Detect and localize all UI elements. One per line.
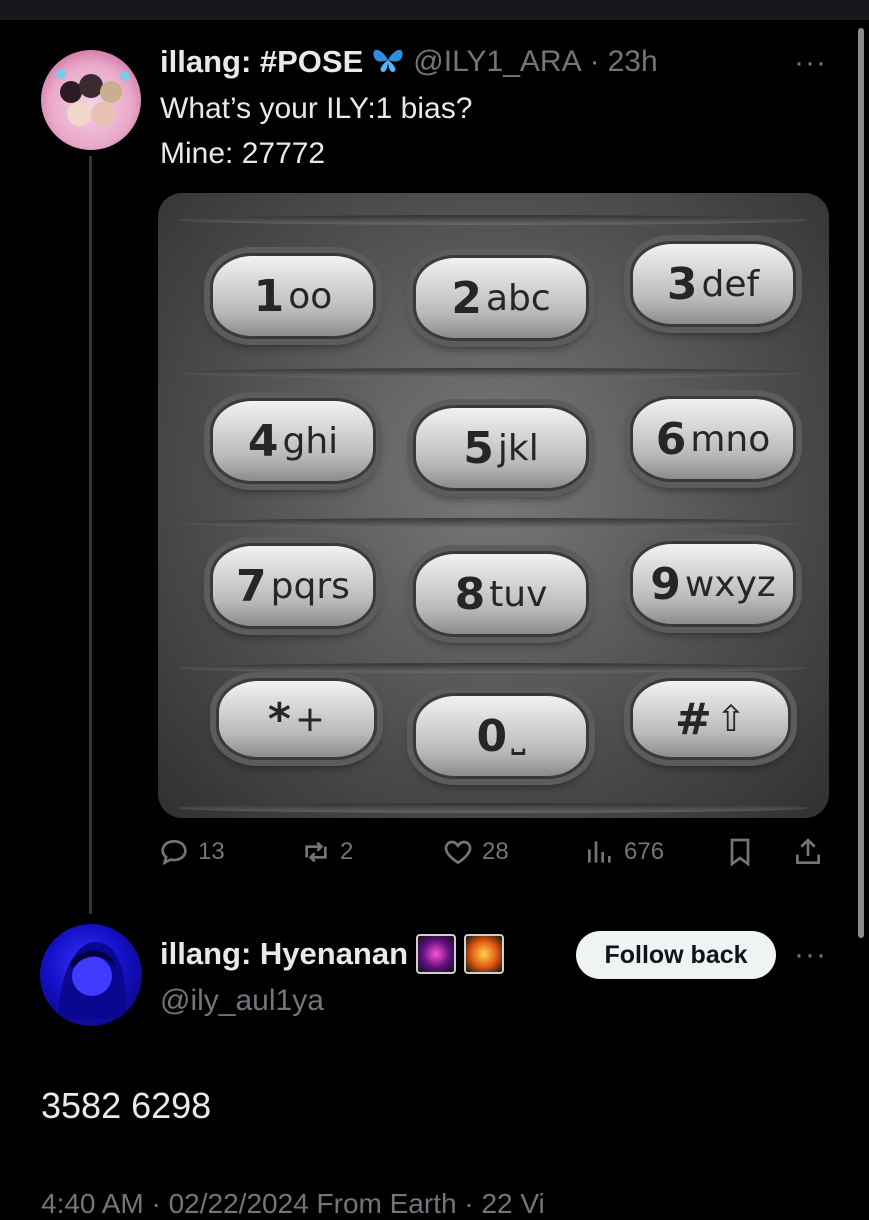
key-number: 6 (655, 413, 687, 465)
tweet-text-line-2: Mine: 27772 (160, 137, 326, 170)
reply-meta-footer: 4:40 AM · 02/22/2024 From Earth · 22 Vi (41, 1188, 545, 1219)
views-count: 676 (624, 838, 665, 865)
thread-connector-line (89, 156, 92, 914)
avatar[interactable] (41, 50, 141, 150)
more-dots-icon[interactable]: ··· (794, 938, 827, 972)
display-name[interactable]: illang: Hyenanan (160, 936, 408, 972)
views-button[interactable]: 676 (584, 836, 664, 868)
key-letters: wxyz (684, 563, 776, 605)
key-letters: ghi (282, 420, 339, 462)
handle[interactable]: @ILY1_ARA (413, 45, 581, 79)
reply-button[interactable]: 13 (158, 836, 225, 868)
key-1: 1 oo (210, 253, 376, 339)
timestamp[interactable]: 23h (608, 45, 658, 79)
key-letters: pqrs (270, 565, 350, 607)
key-number: 9 (650, 558, 681, 610)
key-3: 3 def (630, 241, 796, 327)
reply-text: 3582 6298 (41, 1085, 212, 1126)
key-letters: abc (485, 277, 551, 319)
reply-author-line: illang: Hyenanan (160, 934, 505, 974)
sparkler-emoji-icon (464, 934, 505, 974)
key-number: 2 (451, 272, 482, 324)
key-letters: ⎵ (511, 715, 526, 756)
key-letters: def (701, 263, 760, 305)
like-count: 28 (482, 838, 509, 865)
key-letters: oo (288, 275, 333, 317)
key-number: 4 (247, 415, 279, 467)
tweet-text-line-1: What’s your ILY:1 bias? (160, 92, 473, 125)
bar-chart-icon (588, 841, 611, 863)
tweet-image-keypad[interactable]: 1 oo 2 abc 3 def 4 ghi 5 jkl 6 mno 7 pqrs 8 tuv … (158, 193, 829, 818)
key-letters: ⇧ (715, 698, 747, 740)
display-name[interactable]: illang: #POSE (160, 44, 363, 80)
butterfly-icon (371, 45, 405, 80)
profile-illustration-icon (58, 942, 127, 1019)
key-9: 9 wxyz (630, 541, 796, 627)
top-bar (0, 0, 869, 20)
like-button[interactable]: 28 (442, 836, 509, 868)
key-6: 6 mno (630, 396, 796, 482)
tweet-actions-bar: 13 2 28 676 (158, 836, 838, 876)
key-5: 5 jkl (413, 405, 589, 491)
repost-button[interactable]: 2 (300, 836, 353, 868)
share-button[interactable] (792, 836, 824, 868)
share-icon (796, 838, 820, 864)
key-letters: + (294, 698, 326, 740)
key-star: * + (216, 678, 377, 760)
avatar[interactable] (40, 924, 142, 1026)
key-letters: tuv (489, 573, 548, 615)
scrollbar[interactable] (858, 28, 864, 938)
key-number: 0 (476, 710, 508, 762)
key-4: 4 ghi (210, 398, 376, 484)
bookmark-icon (730, 838, 750, 867)
follow-back-button[interactable]: Follow back (576, 931, 776, 979)
separator-dot: · (589, 45, 600, 78)
heart-icon (444, 840, 472, 865)
key-number: # (674, 693, 712, 745)
handle[interactable]: @ily_aul1ya (160, 984, 324, 1018)
repost-count: 2 (340, 838, 354, 865)
key-0: 0 ⎵ (413, 693, 589, 779)
key-number: 8 (454, 568, 486, 620)
reply-count: 13 (198, 838, 225, 865)
repost-arrows-icon (305, 841, 327, 863)
key-number: 7 (236, 560, 267, 612)
key-letters: jkl (497, 427, 539, 469)
key-letters: mno (690, 418, 771, 460)
fireworks-emoji-icon (416, 934, 457, 974)
key-number: * (267, 693, 291, 745)
author-line: illang: #POSE @ILY1_ARA · 23h (160, 44, 658, 80)
group-photo-icon (56, 69, 130, 126)
more-dots-icon[interactable]: ··· (794, 46, 827, 80)
key-number: 3 (666, 258, 698, 310)
key-hash: # ⇧ (630, 678, 791, 760)
speech-bubble-icon (161, 839, 187, 866)
key-7: 7 pqrs (210, 543, 376, 629)
key-number: 1 (253, 270, 285, 322)
key-number: 5 (463, 422, 494, 474)
bookmark-button[interactable] (724, 836, 756, 868)
key-2: 2 abc (413, 255, 589, 341)
key-8: 8 tuv (413, 551, 589, 637)
